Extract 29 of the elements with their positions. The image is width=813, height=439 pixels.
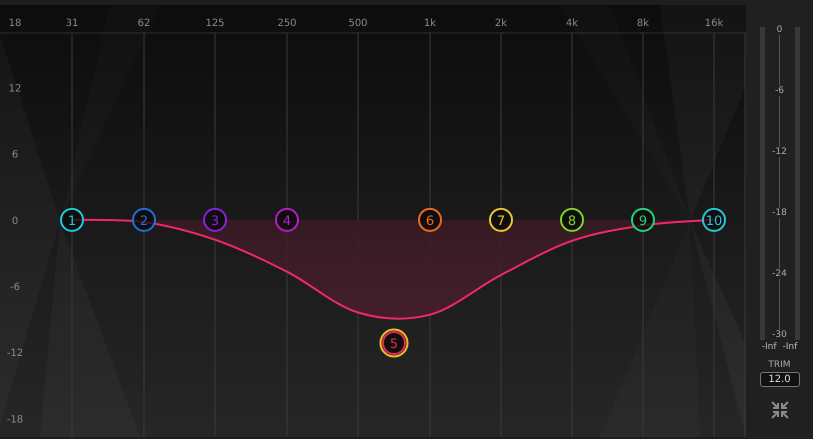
gain-label: -18 xyxy=(6,414,24,426)
frequency-label: 250 xyxy=(277,18,297,29)
gain-label: 0 xyxy=(12,216,18,227)
gain-label: 18 xyxy=(8,18,22,29)
frequency-label: 2k xyxy=(494,18,508,29)
frequency-label: 31 xyxy=(66,18,78,29)
frequency-label: 62 xyxy=(138,18,150,29)
gain-label: -12 xyxy=(6,348,24,360)
gain-label: 12 xyxy=(8,84,22,95)
gain-label: -6 xyxy=(10,282,20,293)
band-node[interactable]: 5 xyxy=(380,328,408,358)
peak-reading: -Inf xyxy=(762,342,776,352)
frequency-label: 4k xyxy=(566,18,578,29)
meter-scale-label: -30 xyxy=(772,330,787,340)
meter-scale-label: 0 xyxy=(776,25,782,35)
frequency-label: 8k xyxy=(636,18,650,29)
collapse-icon[interactable] xyxy=(770,400,790,420)
frequency-label: 16k xyxy=(704,18,724,29)
frequency-label: 1k xyxy=(424,18,436,29)
trim-field[interactable]: 12.0 xyxy=(760,372,800,387)
frequency-label: 500 xyxy=(348,18,368,29)
meter-scale-label: -18 xyxy=(772,208,787,218)
meter-scale-label: -6 xyxy=(775,86,784,96)
peak-reading: -Inf xyxy=(782,342,798,352)
meter-scale-label: -12 xyxy=(772,147,787,157)
frequency-label: 125 xyxy=(205,18,225,29)
gain-label: 6 xyxy=(12,150,18,161)
trim-label: TRIM xyxy=(768,360,791,370)
meter-scale-label: -24 xyxy=(772,269,787,279)
